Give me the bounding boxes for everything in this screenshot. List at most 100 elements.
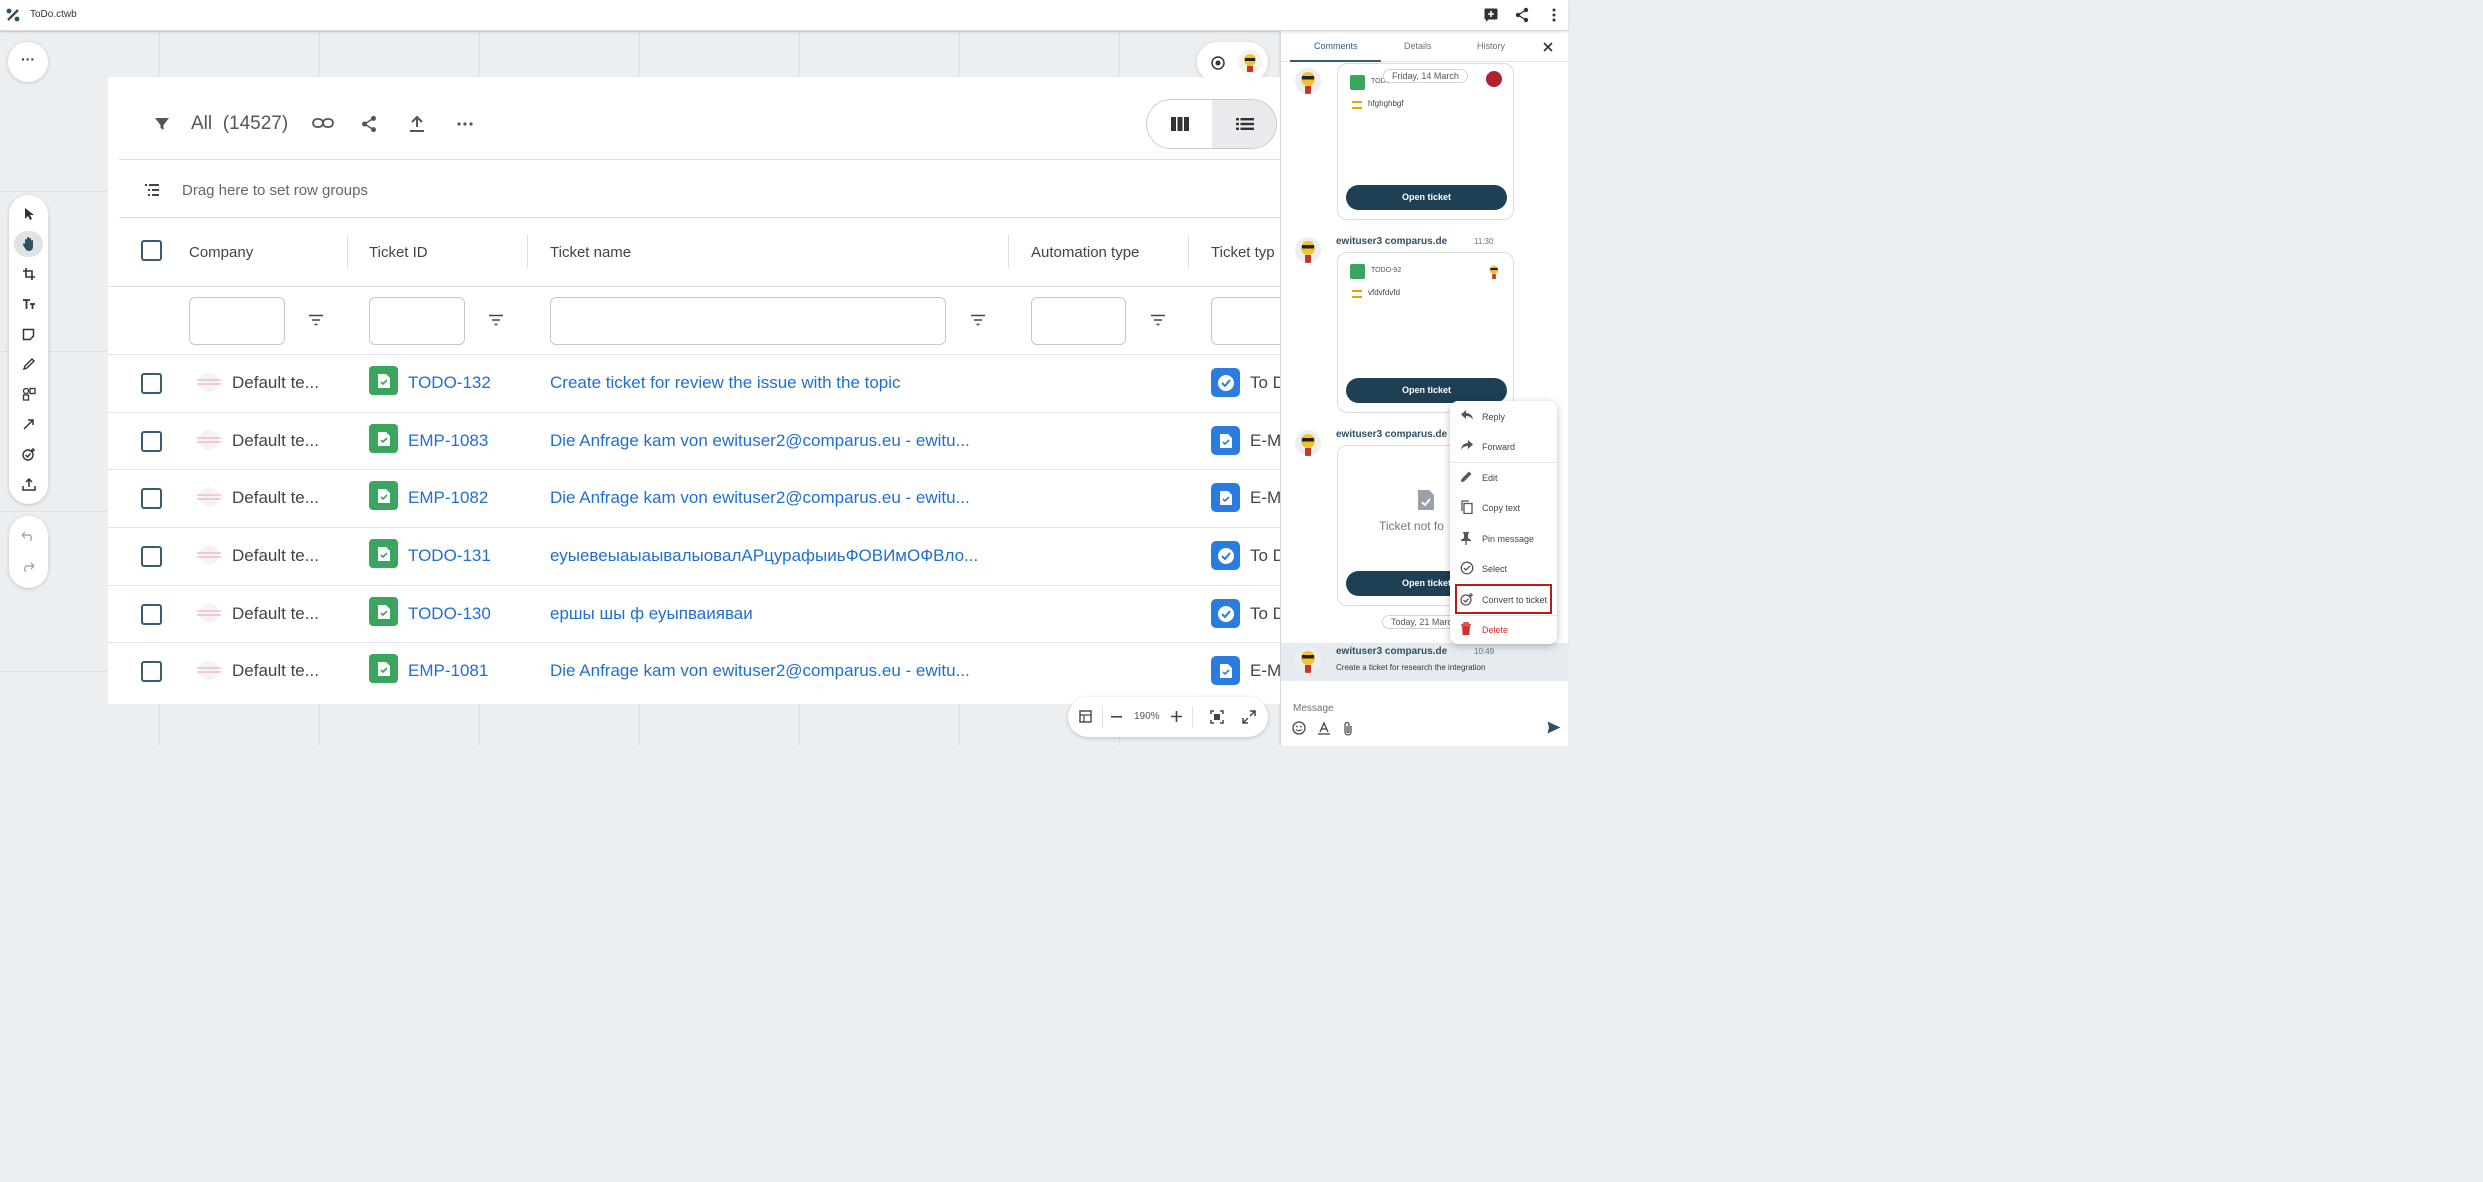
- minimap-icon[interactable]: [1079, 710, 1092, 723]
- zoom-in-icon[interactable]: [1171, 711, 1182, 722]
- column-header-company[interactable]: Company: [189, 244, 253, 261]
- ticket-id-link[interactable]: TODO-132: [408, 373, 491, 393]
- text-tool[interactable]: [14, 291, 43, 317]
- menu-item-edit[interactable]: Edit: [1450, 462, 1557, 492]
- menu-item-copy-text[interactable]: Copy text: [1450, 492, 1557, 522]
- ticket-id-link[interactable]: TODO-130: [408, 604, 491, 624]
- message-input[interactable]: Message: [1293, 703, 1334, 714]
- tab-details[interactable]: Details: [1404, 41, 1432, 51]
- expand-icon[interactable]: [1242, 710, 1256, 724]
- more-horizontal-icon[interactable]: [457, 122, 473, 126]
- filter-lines-icon[interactable]: [970, 314, 986, 326]
- avatar[interactable]: [1486, 71, 1502, 87]
- menu-item-forward[interactable]: Forward: [1450, 431, 1557, 461]
- highlighted-comment[interactable]: ewituser3 comparus.de 10:49 Create a tic…: [1281, 643, 1569, 681]
- avatar[interactable]: [1295, 647, 1321, 673]
- ticket-name-link[interactable]: Die Anfrage kam von ewituser2@comparus.e…: [550, 488, 970, 508]
- column-header-ticket-type[interactable]: Ticket typ: [1211, 244, 1275, 261]
- connector-tool[interactable]: [14, 411, 43, 437]
- table-row[interactable]: Default te... TODO-132 Create ticket for r…: [108, 354, 1285, 412]
- ticket-name-link[interactable]: ершы шы ф еуыпваияваи: [550, 604, 753, 624]
- menu-item-pin-message[interactable]: Pin message: [1450, 523, 1557, 553]
- menu-item-reply[interactable]: Reply: [1450, 401, 1557, 431]
- row-checkbox[interactable]: [141, 604, 162, 625]
- emoji-icon[interactable]: [1292, 721, 1306, 735]
- attach-icon[interactable]: [1342, 721, 1354, 736]
- board-view-button[interactable]: [1147, 100, 1212, 148]
- row-checkbox[interactable]: [141, 431, 162, 452]
- ticket-code[interactable]: TODO-92: [1371, 267, 1401, 274]
- upload-tool[interactable]: [14, 471, 43, 497]
- column-divider[interactable]: [1008, 235, 1009, 268]
- text-format-icon[interactable]: [1317, 721, 1331, 735]
- ticket-id-link[interactable]: TODO-131: [408, 546, 491, 566]
- row-checkbox[interactable]: [141, 373, 162, 394]
- menu-item-delete[interactable]: Delete: [1450, 614, 1557, 644]
- automation-type-filter-input[interactable]: [1031, 297, 1126, 345]
- export-icon[interactable]: [409, 115, 425, 133]
- share-icon[interactable]: [360, 115, 378, 133]
- share-icon[interactable]: [1514, 7, 1530, 23]
- undo-icon[interactable]: [21, 531, 35, 541]
- avatar[interactable]: [1295, 430, 1321, 456]
- company-filter-input[interactable]: [189, 297, 285, 345]
- pen-tool[interactable]: [14, 351, 43, 377]
- send-icon[interactable]: [1547, 721, 1561, 734]
- open-ticket-button[interactable]: Open ticket: [1346, 185, 1507, 210]
- filter-lines-icon[interactable]: [308, 314, 324, 326]
- add-comment-icon[interactable]: [1483, 7, 1499, 23]
- ticket-name-link[interactable]: еуыевеыаыаывалыовалАРцурафыиьФОВИмОФВло.…: [550, 546, 978, 566]
- ticket-name-link[interactable]: Die Anfrage kam von ewituser2@comparus.e…: [550, 661, 970, 681]
- list-view-button[interactable]: [1212, 100, 1276, 148]
- tab-history[interactable]: History: [1477, 41, 1505, 51]
- view-name[interactable]: All (14527): [191, 113, 288, 135]
- column-header-ticket-id[interactable]: Ticket ID: [369, 244, 428, 261]
- select-tool[interactable]: [14, 201, 43, 227]
- open-ticket-button[interactable]: Open ticket: [1346, 378, 1507, 403]
- row-checkbox[interactable]: [141, 488, 162, 509]
- task-tool[interactable]: [14, 441, 43, 467]
- board-menu-button[interactable]: ···: [8, 42, 48, 82]
- ticket-id-link[interactable]: EMP-1083: [408, 431, 488, 451]
- table-row[interactable]: Default te... EMP-1081 Die Anfrage kam von…: [108, 642, 1281, 692]
- target-icon[interactable]: [1210, 55, 1226, 71]
- column-header-automation-type[interactable]: Automation type: [1031, 244, 1139, 261]
- table-row[interactable]: Default te... EMP-1083 Die Anfrage kam von…: [108, 412, 1281, 470]
- ticket-name-link[interactable]: Create ticket for review the issue with …: [550, 373, 901, 393]
- menu-item-convert-to-ticket[interactable]: Convert to ticket: [1455, 584, 1552, 614]
- sticky-note-tool[interactable]: [14, 321, 43, 347]
- ticket-name-filter-input[interactable]: [550, 297, 946, 345]
- more-vertical-icon[interactable]: [1546, 7, 1562, 23]
- user-avatar[interactable]: [1238, 50, 1262, 74]
- row-checkbox[interactable]: [141, 546, 162, 567]
- close-icon[interactable]: [1543, 42, 1553, 52]
- ticket-id-filter-input[interactable]: [369, 297, 465, 345]
- avatar[interactable]: [1295, 68, 1321, 94]
- crop-tool[interactable]: [14, 261, 43, 287]
- menu-item-select[interactable]: Select: [1450, 553, 1557, 583]
- row-group-dropzone[interactable]: Drag here to set row groups: [108, 161, 1280, 217]
- filter-lines-icon[interactable]: [1150, 314, 1166, 326]
- redo-icon[interactable]: [21, 562, 35, 572]
- hand-tool[interactable]: [14, 231, 43, 257]
- table-row[interactable]: Default te... TODO-131 еуыевеыаыаывалыовал…: [108, 527, 1285, 585]
- ticket-type-filter-input[interactable]: [1211, 297, 1280, 345]
- column-divider[interactable]: [527, 235, 528, 268]
- tab-comments[interactable]: Comments: [1314, 41, 1358, 51]
- table-row[interactable]: Default te... TODO-130 ершы шы ф еуыпваияв…: [108, 585, 1285, 643]
- table-row[interactable]: Default te... EMP-1082 Die Anfrage kam von…: [108, 469, 1281, 527]
- column-divider[interactable]: [1188, 235, 1189, 268]
- ticket-name-link[interactable]: Die Anfrage kam von ewituser2@comparus.e…: [550, 431, 970, 451]
- column-header-ticket-name[interactable]: Ticket name: [550, 244, 631, 261]
- row-checkbox[interactable]: [141, 661, 162, 682]
- link-icon[interactable]: [312, 117, 334, 129]
- filter-icon[interactable]: [154, 116, 170, 132]
- shapes-tool[interactable]: [14, 381, 43, 407]
- fit-screen-icon[interactable]: [1210, 710, 1224, 724]
- ticket-id-link[interactable]: EMP-1082: [408, 488, 488, 508]
- column-divider[interactable]: [347, 235, 348, 268]
- select-all-checkbox[interactable]: [141, 240, 162, 261]
- avatar[interactable]: [1486, 263, 1502, 279]
- zoom-out-icon[interactable]: [1111, 716, 1122, 718]
- filter-lines-icon[interactable]: [488, 314, 504, 326]
